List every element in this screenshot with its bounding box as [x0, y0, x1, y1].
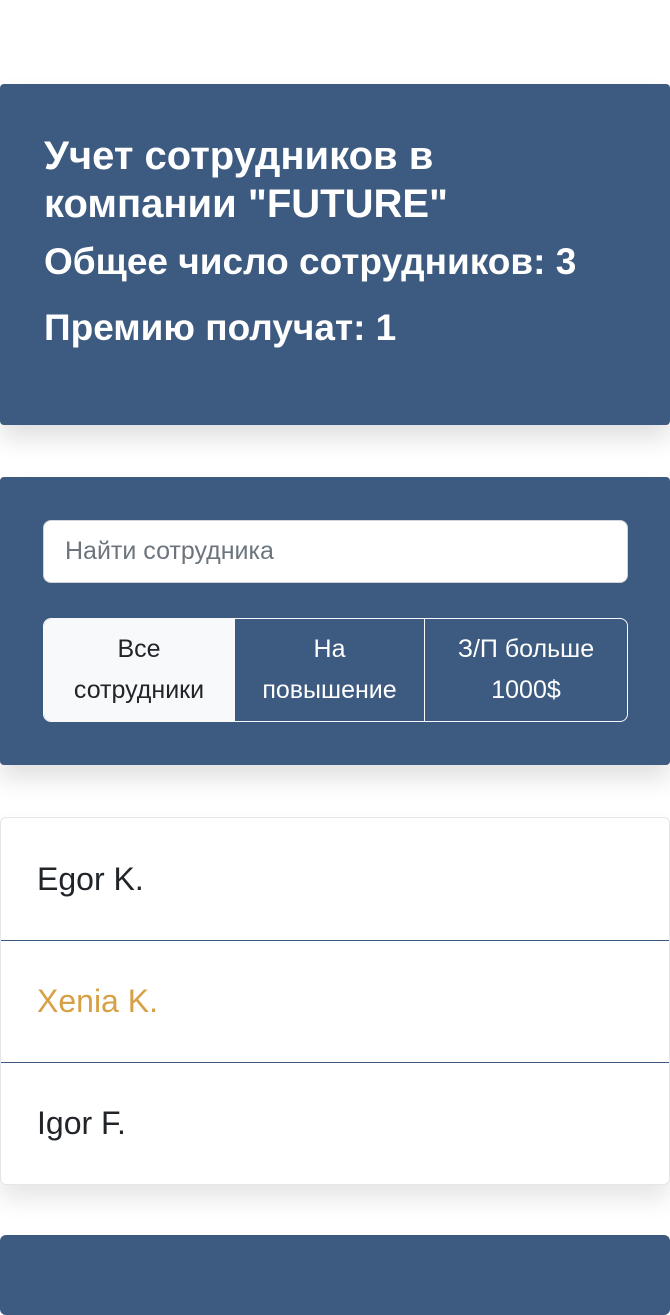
employee-list: Egor K. Xenia K. Igor F.: [0, 817, 670, 1185]
total-employees-count: Общее число сотрудников: 3: [44, 241, 577, 282]
search-input[interactable]: [43, 520, 628, 583]
page-title: Учет сотрудников в компании "FUTURE": [44, 134, 448, 226]
filter-salary-button[interactable]: З/П больше 1000$: [424, 619, 627, 721]
filter-all-button[interactable]: Все сотрудники: [44, 619, 234, 721]
search-panel: Все сотрудники На повышение З/П больше 1…: [0, 477, 670, 765]
add-employee-panel: [0, 1235, 670, 1315]
filter-promotion-button[interactable]: На повышение: [234, 619, 424, 721]
filter-button-group: Все сотрудники На повышение З/П больше 1…: [43, 618, 628, 722]
list-item[interactable]: Egor K.: [1, 818, 669, 940]
list-item[interactable]: Igor F.: [1, 1062, 669, 1184]
list-item[interactable]: Xenia K.: [1, 940, 669, 1062]
app-info-panel: Учет сотрудников в компании "FUTURE" Общ…: [0, 84, 670, 425]
bonus-employees-count: Премию получат: 1: [44, 307, 397, 348]
